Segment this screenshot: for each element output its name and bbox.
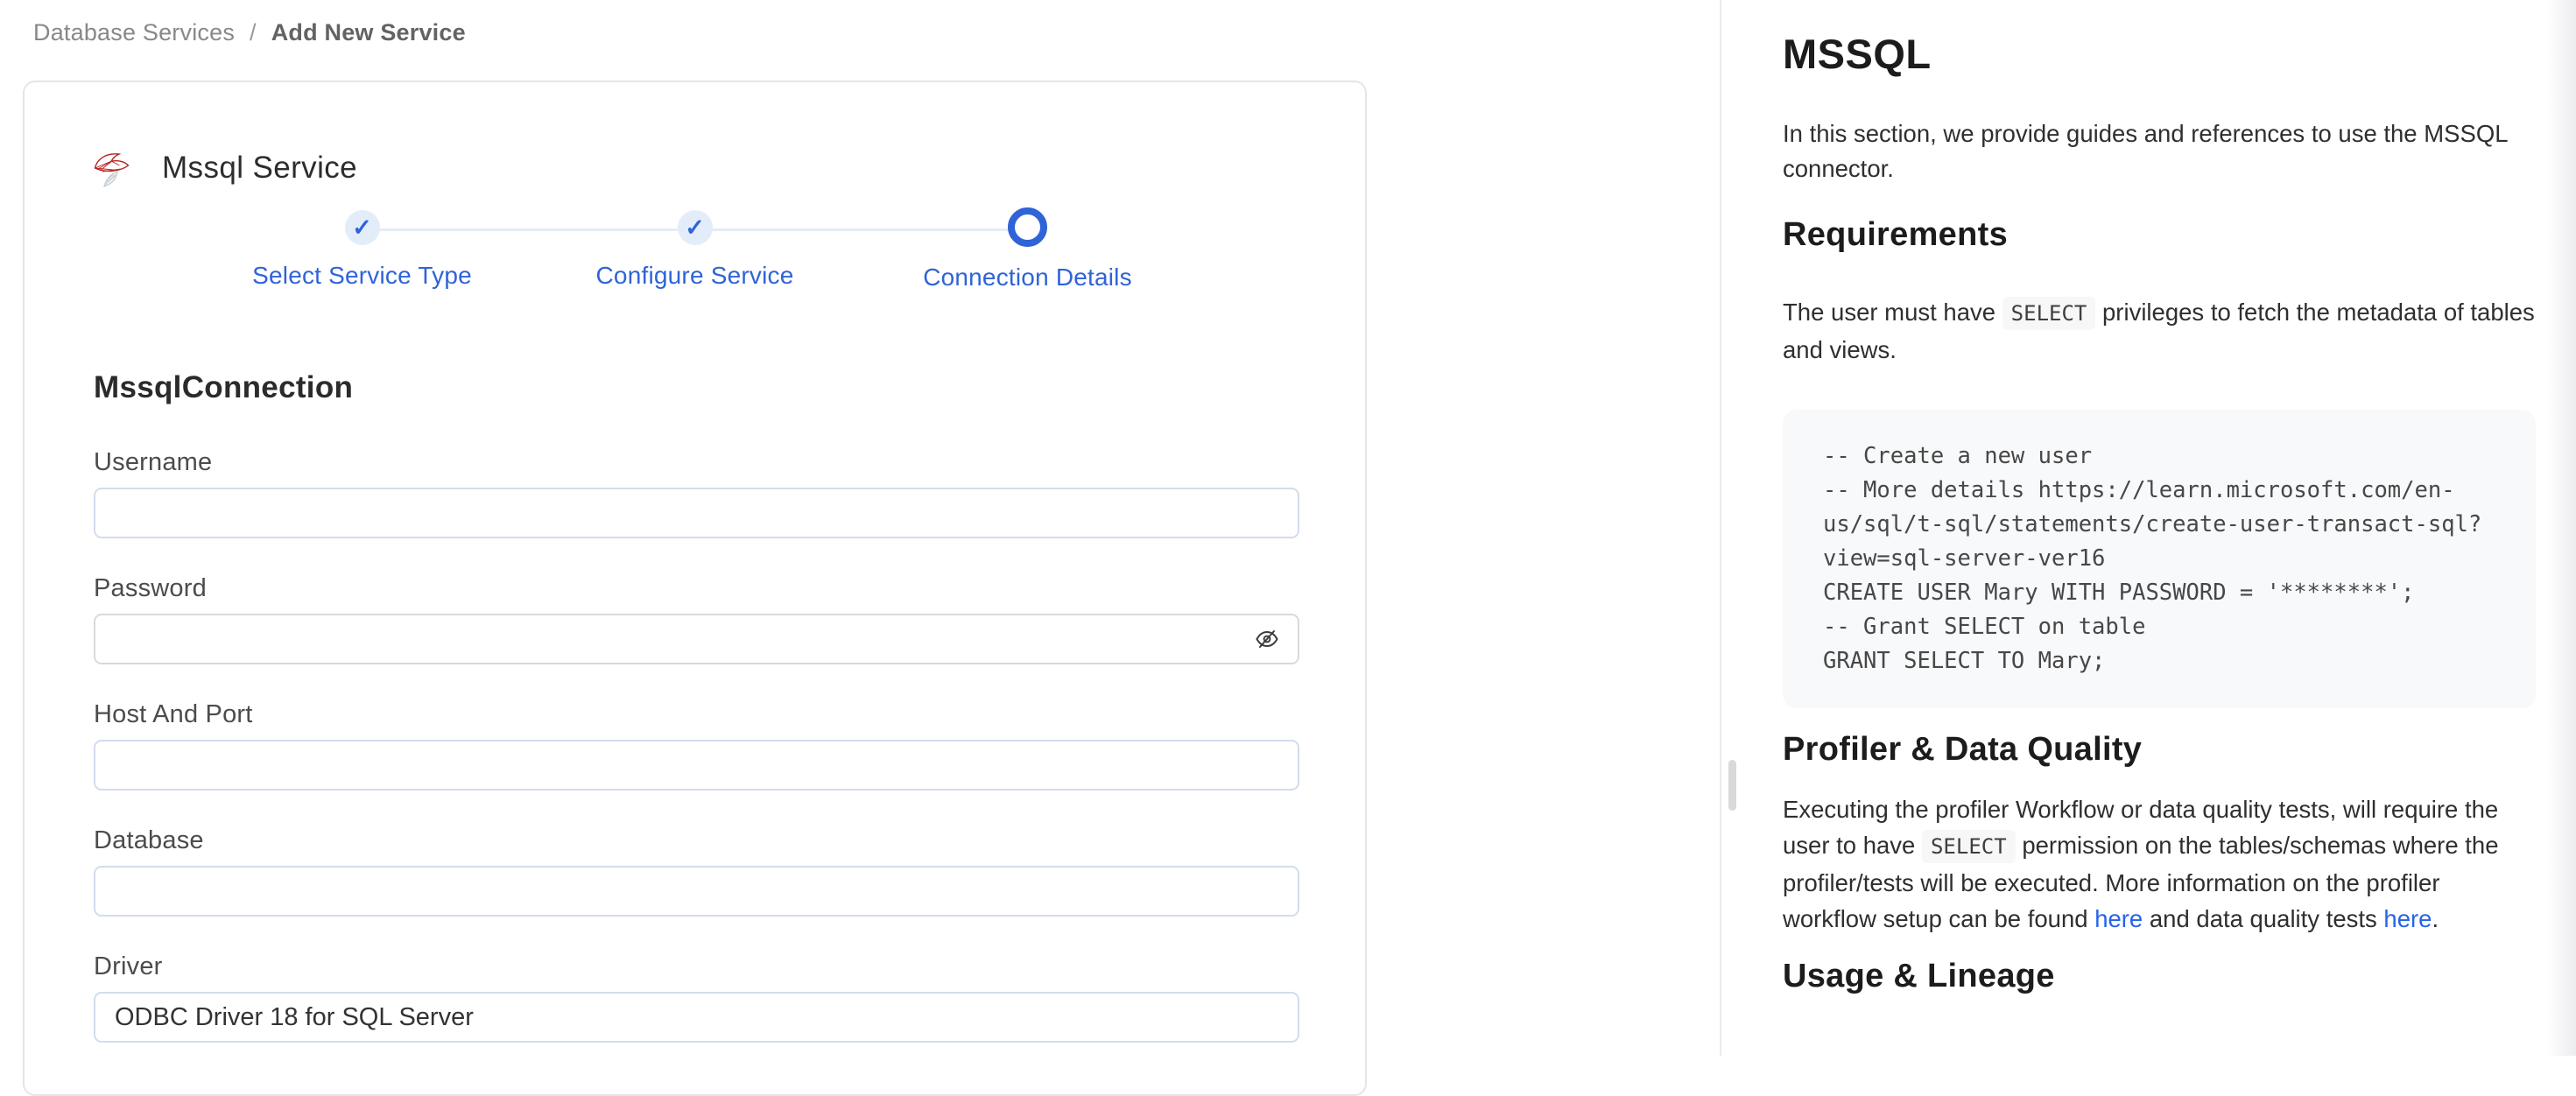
- sql-code: -- Create a new user -- More details htt…: [1823, 439, 2495, 678]
- current-step-ring-icon: [1008, 207, 1047, 247]
- docs-panel: MSSQL In this section, we provide guides…: [1720, 0, 2576, 1056]
- username-input[interactable]: [94, 488, 1299, 538]
- breadcrumb-database-services[interactable]: Database Services: [33, 19, 235, 46]
- password-input-wrap: [94, 614, 1299, 664]
- stepper: ✓ Select Service Type ✓ Configure Servic…: [196, 210, 1194, 292]
- profiler-text: Executing the profiler Workflow or data …: [1783, 791, 2536, 937]
- step-connection-details: Connection Details: [862, 210, 1194, 292]
- check-icon: ✓: [678, 210, 713, 245]
- step-configure-service: ✓ Configure Service: [529, 210, 862, 292]
- inline-code-select: SELECT: [2002, 297, 2096, 330]
- data-quality-tests-link[interactable]: here: [2383, 905, 2432, 932]
- driver-label: Driver: [94, 952, 1299, 981]
- database-input[interactable]: [94, 866, 1299, 917]
- profiler-text-part4: .: [2432, 905, 2439, 932]
- username-field: Username: [94, 447, 1299, 538]
- host-and-port-input[interactable]: [94, 740, 1299, 790]
- step-label-connection-details: Connection Details: [923, 263, 1132, 292]
- breadcrumb: Database Services / Add New Service: [33, 19, 466, 46]
- host-and-port-label: Host And Port: [94, 699, 1299, 729]
- profiler-workflow-link[interactable]: here: [2094, 905, 2143, 932]
- inline-code-select: SELECT: [1922, 830, 2016, 863]
- breadcrumb-add-new-service: Add New Service: [271, 19, 466, 46]
- step-label-configure-service: Configure Service: [596, 262, 794, 290]
- step-select-service-type: ✓ Select Service Type: [196, 210, 529, 292]
- connection-form-heading: MssqlConnection: [94, 370, 1365, 405]
- profiler-heading: Profiler & Data Quality: [1783, 731, 2536, 769]
- username-label: Username: [94, 447, 1299, 477]
- host-and-port-field: Host And Port: [94, 699, 1299, 790]
- requirements-heading: Requirements: [1783, 216, 2536, 254]
- check-glyph: ✓: [352, 216, 372, 240]
- sql-code-block: -- Create a new user -- More details htt…: [1783, 410, 2536, 708]
- docs-title: MSSQL: [1783, 30, 2536, 78]
- connection-form: Username Password Host: [94, 447, 1299, 1043]
- requirements-text: The user must have SELECT privileges to …: [1783, 294, 2536, 368]
- service-wizard-card: Mssql Service ✓ Select Service Type ✓ Co…: [23, 81, 1367, 1096]
- docs-intro: In this section, we provide guides and r…: [1783, 116, 2536, 186]
- requirements-text-before: The user must have: [1783, 299, 2002, 326]
- usage-lineage-heading: Usage & Lineage: [1783, 958, 2536, 995]
- sql-server-logo-icon: [92, 147, 134, 189]
- password-field: Password: [94, 573, 1299, 664]
- profiler-text-part3: and data quality tests: [2143, 905, 2383, 932]
- driver-field: Driver: [94, 952, 1299, 1043]
- password-label: Password: [94, 573, 1299, 603]
- eye-invisible-icon[interactable]: [1254, 626, 1280, 652]
- check-glyph: ✓: [685, 216, 705, 240]
- card-header: Mssql Service: [92, 147, 1365, 189]
- driver-input[interactable]: [94, 992, 1299, 1043]
- password-input[interactable]: [94, 614, 1299, 664]
- step-label-select-service-type: Select Service Type: [252, 262, 472, 290]
- database-field: Database: [94, 826, 1299, 917]
- database-label: Database: [94, 826, 1299, 855]
- service-title: Mssql Service: [162, 151, 357, 186]
- check-icon: ✓: [345, 210, 380, 245]
- breadcrumb-separator: /: [250, 19, 257, 46]
